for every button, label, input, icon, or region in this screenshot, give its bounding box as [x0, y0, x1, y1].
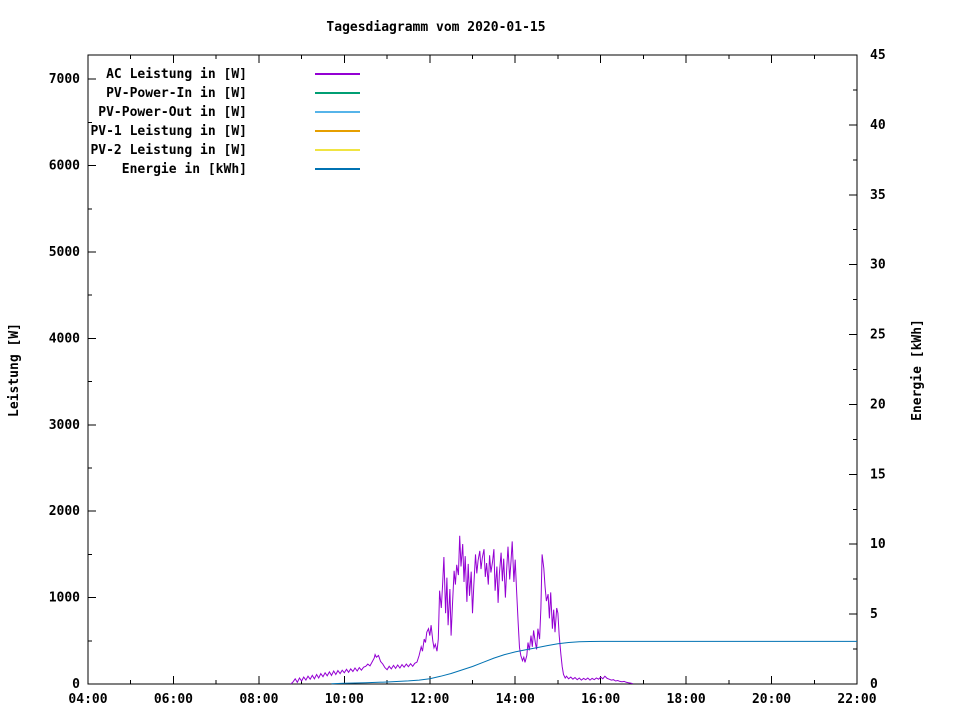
y-right-tick-label: 15	[870, 467, 886, 482]
x-tick-label: 16:00	[581, 692, 620, 707]
legend-label: PV-Power-Out in [W]	[98, 105, 247, 120]
legend-label: PV-2 Leistung in [W]	[90, 143, 247, 158]
x-tick-label: 20:00	[752, 692, 791, 707]
x-tick-label: 04:00	[68, 692, 107, 707]
plot-area: 04:00 06:00 08:00 10:00 12:00 14:00 16:00 18:00…	[49, 48, 886, 707]
y-left-tick-label: 5000	[49, 245, 80, 260]
y-right-tick-label: 25	[870, 328, 886, 343]
y-left-tick-label: 2000	[49, 504, 80, 519]
y-left-tick-label: 4000	[49, 331, 80, 346]
legend-label: AC Leistung in [W]	[106, 67, 247, 82]
right-axis-label: Energie [kWh]	[910, 319, 925, 421]
y-right-tick-label: 10	[870, 537, 886, 552]
x-tick-label: 08:00	[239, 692, 278, 707]
y-right-tick-label: 5	[870, 607, 878, 622]
legend-label: PV-Power-In in [W]	[106, 86, 247, 101]
x-tick-label: 12:00	[410, 692, 449, 707]
y-right-tick-label: 30	[870, 258, 886, 273]
y-left-tick-label: 3000	[49, 418, 80, 433]
y-right-tick-label: 35	[870, 188, 886, 203]
y-right-tick-label: 40	[870, 118, 886, 133]
ac-leistung-curve	[290, 535, 633, 685]
y-right-tick-label: 0	[870, 677, 878, 692]
x-tick-label: 18:00	[667, 692, 706, 707]
x-tick-label: 06:00	[154, 692, 193, 707]
y-right-tick-label: 20	[870, 397, 886, 412]
legend-label: PV-1 Leistung in [W]	[90, 124, 247, 139]
energie-curve	[331, 640, 857, 685]
chart-title: Tagesdiagramm vom 2020-01-15	[326, 20, 545, 35]
y-left-tick-label: 0	[72, 677, 80, 692]
y-left-tick-label: 1000	[49, 591, 80, 606]
y-right-tick-label: 45	[870, 48, 886, 63]
x-tick-label: 10:00	[325, 692, 364, 707]
x-tick-label: 22:00	[837, 692, 876, 707]
left-axis-label: Leistung [W]	[7, 323, 22, 417]
x-tick-label: 14:00	[496, 692, 535, 707]
chart-canvas: Tagesdiagramm vom 2020-01-15 Leistung [W…	[7, 20, 925, 707]
legend-label: Energie in [kWh]	[122, 162, 247, 177]
tagesdiagramm-chart: Tagesdiagramm vom 2020-01-15 Leistung [W…	[0, 0, 960, 720]
y-left-tick-label: 6000	[49, 159, 80, 174]
y-left-tick-label: 7000	[49, 72, 80, 87]
